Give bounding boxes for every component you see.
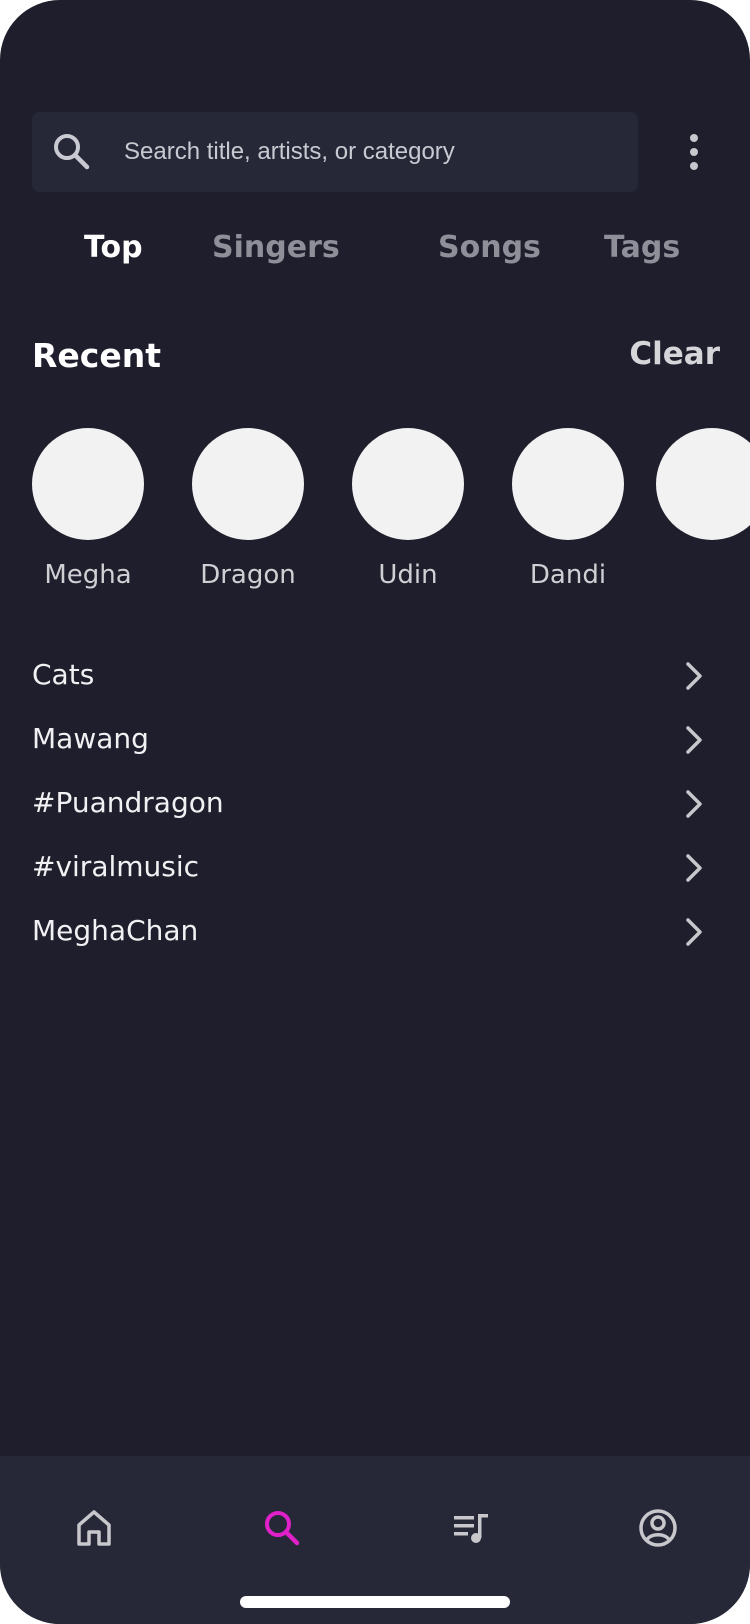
home-icon <box>70 1510 118 1556</box>
recent-item-name: Dandi <box>529 560 607 590</box>
tab-tags[interactable]: Tags <box>604 230 680 265</box>
search-screen: Top Singers Songs Tags Recent Clear Megh… <box>0 0 750 1624</box>
avatar <box>192 428 304 540</box>
history-item-label: #viralmusic <box>32 850 200 883</box>
search-icon <box>52 132 92 172</box>
recent-item-dandi[interactable]: Dandi <box>488 428 648 590</box>
more-options-button[interactable] <box>676 128 712 176</box>
history-item[interactable]: MeghaChan <box>32 908 718 956</box>
nav-search-button[interactable] <box>258 1504 306 1552</box>
more-dot <box>690 148 698 156</box>
playlist-icon <box>446 1514 494 1556</box>
recent-item-partial[interactable] <box>656 428 750 560</box>
recent-item-megha[interactable]: Megha <box>8 428 168 590</box>
nav-home-button[interactable] <box>70 1504 118 1552</box>
history-item[interactable]: #viralmusic <box>32 844 718 892</box>
tab-singers[interactable]: Singers <box>212 230 340 265</box>
chevron-right-icon <box>678 788 708 820</box>
avatar <box>352 428 464 540</box>
chevron-right-icon <box>678 724 708 756</box>
recent-item-name: Dragon <box>200 560 296 590</box>
recent-item-name: Megha <box>44 560 132 590</box>
avatar <box>512 428 624 540</box>
history-item-label: Cats <box>32 658 95 691</box>
nav-profile-button[interactable] <box>634 1504 682 1552</box>
chevron-right-icon <box>678 916 708 948</box>
search-icon <box>258 1511 306 1556</box>
history-item-label: #Puandragon <box>32 786 224 819</box>
clear-recent-button[interactable]: Clear <box>629 336 720 372</box>
history-item-label: MeghaChan <box>32 914 199 947</box>
profile-icon <box>634 1509 682 1556</box>
recent-item-udin[interactable]: Udin <box>328 428 488 590</box>
recent-section-title: Recent <box>32 336 162 375</box>
avatar <box>32 428 144 540</box>
search-input[interactable] <box>112 112 612 192</box>
recent-item-dragon[interactable]: Dragon <box>168 428 328 590</box>
more-dot <box>690 134 698 142</box>
history-item-label: Mawang <box>32 722 149 755</box>
chevron-right-icon <box>678 852 708 884</box>
recent-item-name: Udin <box>378 560 438 590</box>
nav-playlist-button[interactable] <box>446 1504 494 1552</box>
avatar <box>656 428 750 540</box>
tab-top[interactable]: Top <box>84 230 143 265</box>
chevron-right-icon <box>678 660 708 692</box>
history-item[interactable]: Cats <box>32 652 718 700</box>
home-indicator[interactable] <box>240 1596 510 1608</box>
search-bar[interactable] <box>32 112 638 192</box>
history-item[interactable]: Mawang <box>32 716 718 764</box>
history-item[interactable]: #Puandragon <box>32 780 718 828</box>
tab-songs[interactable]: Songs <box>438 230 541 265</box>
more-dot <box>690 162 698 170</box>
